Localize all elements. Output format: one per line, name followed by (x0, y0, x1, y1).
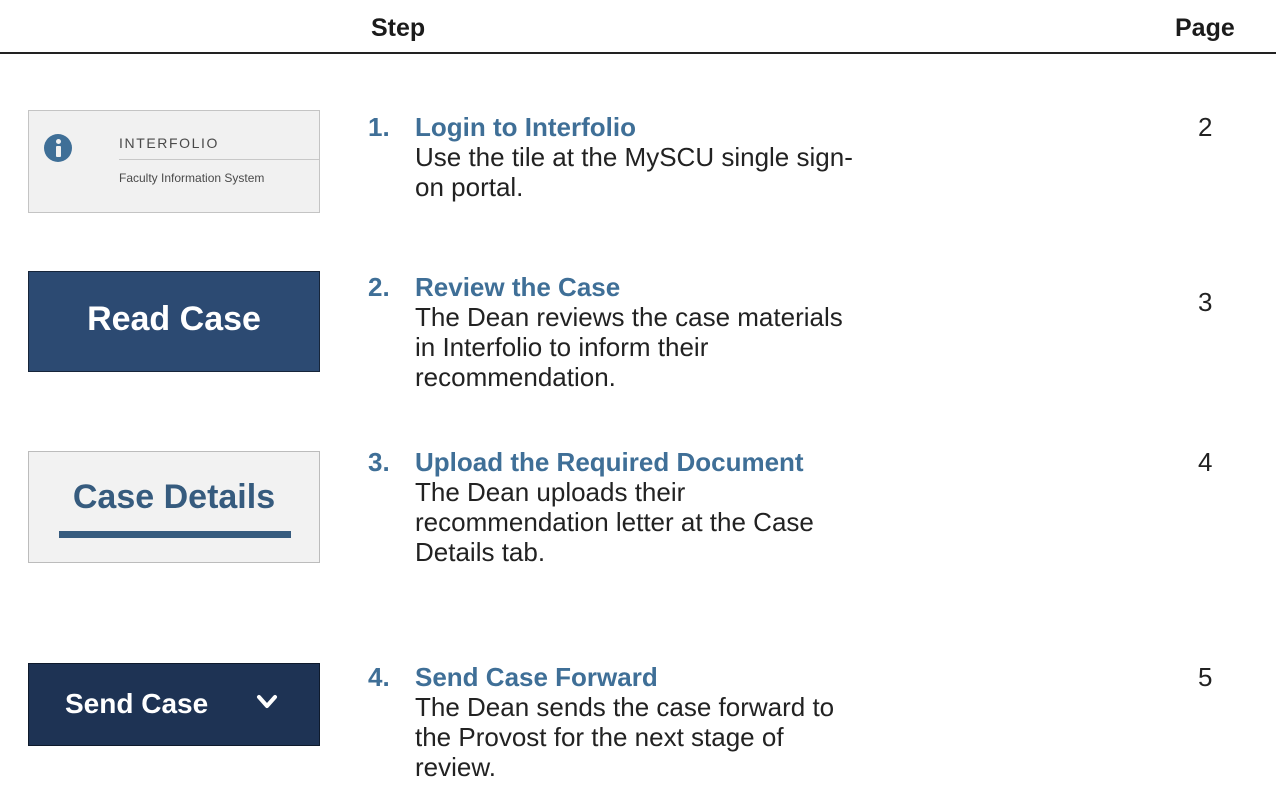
step-item: 4. Send Case Forward The Dean sends the c… (368, 662, 855, 782)
step-item: 2. Review the Case The Dean reviews the c… (368, 272, 855, 392)
step-title: 2. Review the Case (368, 272, 855, 302)
step-title: 1. Login to Interfolio (368, 112, 855, 142)
step-title: 3. Upload the Required Document (368, 447, 855, 477)
interfolio-tile-thumbnail: INTERFOLIO Faculty Information System (28, 110, 320, 213)
info-circle-icon (44, 134, 72, 162)
step-item: 3. Upload the Required Document The Dean … (368, 447, 855, 567)
send-case-button-thumbnail: Send Case (28, 663, 320, 746)
step-title-text: Login to Interfolio (415, 112, 636, 142)
step-title-text: Upload the Required Document (415, 447, 804, 477)
header-divider (0, 52, 1276, 54)
step-number: 3. (368, 447, 390, 477)
read-case-label: Read Case (87, 300, 261, 338)
tile-title: INTERFOLIO (119, 135, 220, 151)
step-description: The Dean uploads their recommendation le… (415, 477, 814, 567)
step-number: 2. (368, 272, 390, 302)
step-description: Use the tile at the MySCU single sign-on… (415, 142, 853, 202)
tile-divider (119, 159, 319, 160)
case-details-tab-thumbnail: Case Details (28, 451, 320, 563)
active-tab-underline (59, 531, 291, 538)
step-title: 4. Send Case Forward (368, 662, 855, 692)
step-item: 1. Login to Interfolio Use the tile at th… (368, 112, 855, 202)
tile-subtitle: Faculty Information System (119, 171, 265, 185)
step-number: 1. (368, 112, 390, 142)
chevron-down-icon (257, 695, 277, 708)
step-description: The Dean reviews the case materials in I… (415, 302, 843, 392)
page-number: 4 (1198, 447, 1213, 477)
page-number: 3 (1198, 287, 1213, 317)
case-details-label: Case Details (72, 478, 276, 516)
page-number: 2 (1198, 112, 1213, 142)
step-number: 4. (368, 662, 390, 692)
page-number: 5 (1198, 662, 1213, 692)
send-case-label: Send Case (65, 688, 209, 719)
step-title-text: Review the Case (415, 272, 621, 302)
step-description: The Dean sends the case forward to the P… (415, 692, 835, 782)
step-title-text: Send Case Forward (415, 662, 658, 692)
step-column-header: Step (371, 14, 426, 42)
read-case-button-thumbnail: Read Case (28, 271, 320, 372)
page-column-header: Page (1175, 14, 1235, 42)
